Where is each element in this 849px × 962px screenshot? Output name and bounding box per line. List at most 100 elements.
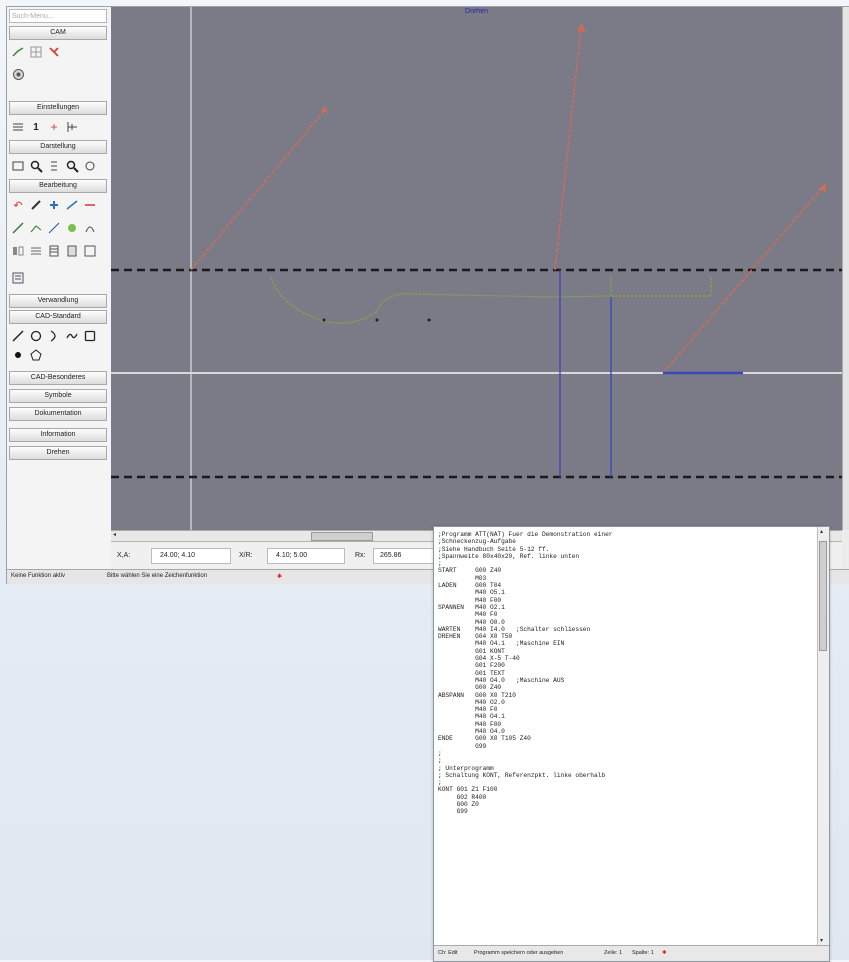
program-line[interactable]: KONT G01 Z1 F100 [438, 786, 816, 793]
grid-icon[interactable] [29, 45, 43, 59]
extend-icon[interactable] [83, 198, 97, 212]
move-icon[interactable] [29, 198, 43, 212]
program-line[interactable]: M40 O5.1 [438, 589, 816, 596]
polyline-icon[interactable] [29, 221, 43, 235]
section-einstellungen[interactable]: Einstellungen [9, 101, 107, 115]
direction-arrow-1 [190, 109, 326, 271]
program-line[interactable]: M40 O4.1 [438, 713, 816, 720]
program-line[interactable]: WARTEN M40 I4.0 ;Schalter schliessen [438, 626, 816, 633]
program-line[interactable]: M40 O4.1 ;Maschine EIN [438, 640, 816, 647]
zoom-all-icon[interactable] [83, 159, 97, 173]
section-verwandlung[interactable]: Verwandlung [9, 294, 107, 308]
scroll-left-arrow-icon[interactable]: ◂ [113, 531, 116, 538]
scroll-down-arrow-icon[interactable]: ▾ [820, 937, 823, 944]
program-line[interactable]: M03 [438, 575, 816, 582]
simulation-icon[interactable] [11, 67, 25, 81]
section-symbole[interactable]: Symbole [9, 389, 107, 403]
program-line[interactable]: G00 Z40 [438, 684, 816, 691]
program-line[interactable]: M40 O2.0 [438, 699, 816, 706]
canvas-vertical-scrollbar[interactable] [842, 7, 849, 530]
program-line[interactable]: G99 [438, 743, 816, 750]
section-drehen[interactable]: Drehen [9, 446, 107, 460]
program-line[interactable]: M40 F0 [438, 706, 816, 713]
section-information[interactable]: Information [9, 428, 107, 442]
program-line[interactable]: ; [438, 750, 816, 757]
contour-point-1 [322, 318, 326, 322]
section-cad-standard[interactable]: CAD-Standard [9, 310, 107, 324]
rectangle-icon[interactable] [83, 329, 97, 343]
scroll-up-arrow-icon[interactable]: ▴ [820, 528, 823, 535]
arc-icon[interactable] [83, 221, 97, 235]
horizontal-scroll-thumb[interactable] [311, 532, 373, 541]
section-dokumentation[interactable]: Dokumentation [9, 407, 107, 421]
star-icon[interactable] [65, 221, 79, 235]
program-line[interactable]: ;Siehe Handbuch Seite 5-12 ff. [438, 546, 816, 553]
polygon-icon[interactable] [29, 348, 43, 362]
plus-icon[interactable]: + [47, 120, 61, 134]
program-line[interactable]: START G00 Z40 [438, 567, 816, 574]
red-tool-icon[interactable] [47, 45, 61, 59]
spline-icon[interactable] [65, 329, 79, 343]
lines-icon[interactable] [11, 120, 25, 134]
editor-line: Zeile: 1 [604, 950, 623, 956]
arc-tool-icon[interactable] [47, 329, 61, 343]
editor-scroll-thumb[interactable] [819, 541, 827, 651]
program-line[interactable]: M40 O4.0 [438, 728, 816, 735]
undo-icon[interactable]: ↶ [11, 198, 25, 212]
table-icon[interactable] [47, 244, 61, 258]
program-line[interactable]: G02 R400 [438, 794, 816, 801]
drawing-canvas[interactable]: Drehen [111, 7, 842, 530]
program-line[interactable]: ABSPANN G00 X0 T210 [438, 692, 816, 699]
program-line[interactable]: G00 Z0 [438, 801, 816, 808]
menu-search-input[interactable]: Such-Menu... [9, 9, 107, 23]
program-line[interactable]: G99 [438, 808, 816, 815]
tool-path-icon[interactable] [11, 45, 25, 59]
program-line[interactable]: ;Programm ATT(NAT) Fuer die Demonstratio… [438, 531, 816, 538]
program-text-area[interactable]: ;Programm ATT(NAT) Fuer die Demonstratio… [438, 531, 816, 943]
point-icon[interactable] [11, 348, 25, 362]
zoom-out-icon[interactable] [65, 159, 79, 173]
section-cam[interactable]: CAM [9, 26, 107, 40]
program-line[interactable]: DREHEN G04 X0 T50 [438, 633, 816, 640]
program-line[interactable]: G01 KONT [438, 648, 816, 655]
zoom-window-icon[interactable] [11, 159, 25, 173]
zoom-list-icon[interactable] [47, 159, 61, 173]
rotate-icon[interactable] [47, 198, 61, 212]
program-line[interactable]: G01 F200 [438, 662, 816, 669]
measure-icon[interactable] [65, 120, 79, 134]
section-darstellung[interactable]: Darstellung [9, 140, 107, 154]
array-icon[interactable] [29, 244, 43, 258]
layers-icon[interactable] [83, 244, 97, 258]
trim-icon[interactable] [65, 198, 79, 212]
section-cad-besonderes[interactable]: CAD-Besonderes [9, 371, 107, 385]
program-line[interactable]: M40 O0.0 [438, 619, 816, 626]
line-tool-icon[interactable] [11, 221, 25, 235]
program-line[interactable]: M40 F00 [438, 721, 816, 728]
program-line[interactable]: ; Schaltung KONT, Referenzpkt. linke obe… [438, 772, 816, 779]
editor-vertical-scrollbar[interactable]: ▴ ▾ [817, 527, 829, 945]
program-line[interactable]: LADEN G00 T04 [438, 582, 816, 589]
program-line[interactable]: ;Spannweite 80x40x20, Ref. linke unten [438, 553, 816, 560]
program-line[interactable]: ;Schneckenzug-Aufgabe [438, 538, 816, 545]
program-line[interactable]: ; [438, 560, 816, 567]
program-line[interactable]: SPANNEN M40 O2.1 [438, 604, 816, 611]
program-line[interactable]: M40 F00 [438, 597, 816, 604]
mirror-icon[interactable] [11, 244, 25, 258]
program-line[interactable]: G01 TEXT [438, 670, 816, 677]
program-line[interactable]: ; Unterprogramm [438, 765, 816, 772]
zoom-in-icon[interactable] [29, 159, 43, 173]
program-line[interactable]: ; [438, 757, 816, 764]
number-one-icon[interactable]: 1 [29, 120, 43, 134]
copy-icon[interactable] [65, 244, 79, 258]
properties-icon[interactable] [11, 271, 25, 285]
section-bearbeitung[interactable]: Bearbeitung [9, 179, 107, 193]
diagonal-icon[interactable] [47, 221, 61, 235]
line-icon[interactable] [11, 329, 25, 343]
program-line[interactable]: M40 F0 [438, 611, 816, 618]
circle-icon[interactable] [29, 329, 43, 343]
program-line[interactable]: G04 X-5 T-40 [438, 655, 816, 662]
editor-status-bar: Ch: Edit Programm speichern oder ausgebe… [434, 945, 829, 961]
program-line[interactable]: M40 O4.0 ;Maschine AUS [438, 677, 816, 684]
program-line[interactable]: ; [438, 779, 816, 786]
program-line[interactable]: ENDE G00 X0 T105 Z40 [438, 735, 816, 742]
